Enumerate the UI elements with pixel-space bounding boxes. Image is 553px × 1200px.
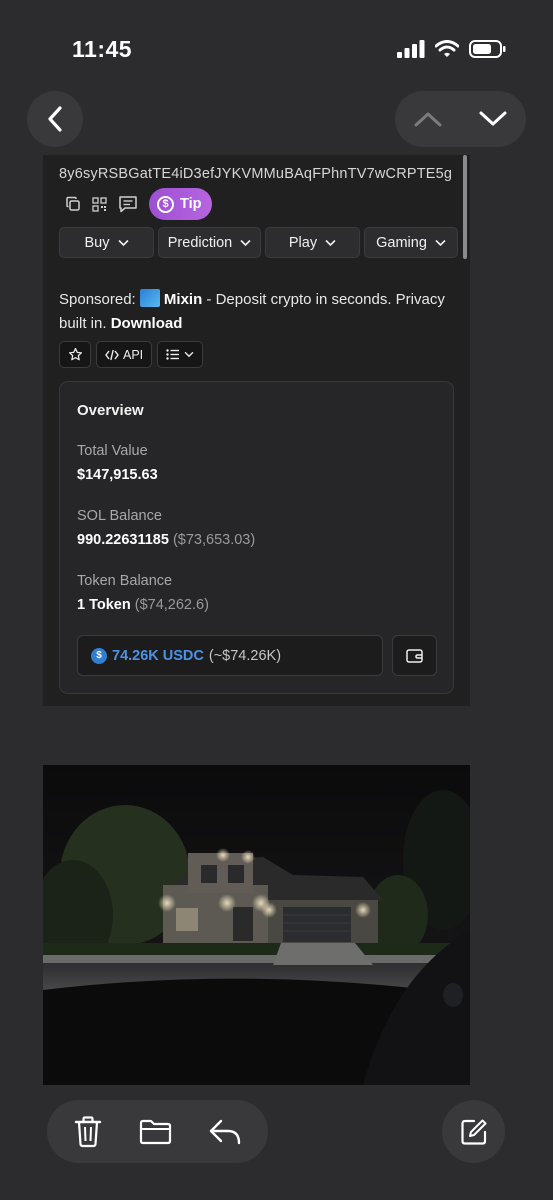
token-dropdown[interactable]: $ 74.26K USDC (~$74.26K): [77, 635, 383, 676]
down-chevron-icon[interactable]: [478, 109, 508, 129]
code-icon: [105, 349, 119, 360]
menu-play[interactable]: Play: [265, 227, 360, 258]
chevron-down-icon: [184, 351, 194, 358]
menu-prediction[interactable]: Prediction: [158, 227, 261, 258]
wifi-icon: [435, 40, 459, 57]
menu-label: Buy: [84, 234, 110, 251]
token-balance-row: 1 Token ($74,262.6): [77, 597, 209, 613]
status-icons: [397, 40, 507, 58]
chevron-down-icon: [325, 239, 336, 246]
back-button[interactable]: [27, 91, 83, 147]
bottom-actions: [47, 1100, 268, 1163]
sol-balance-label: SOL Balance: [77, 508, 162, 524]
copy-icon[interactable]: [65, 196, 81, 212]
up-chevron-icon[interactable]: [413, 109, 443, 129]
menu-label: Gaming: [376, 234, 427, 251]
sponsored-brand: Mixin: [163, 291, 203, 308]
api-button[interactable]: API: [96, 341, 153, 368]
token-balance-usd: ($74,262.6): [134, 597, 209, 613]
sol-balance: 990.22631185: [77, 532, 169, 548]
total-value: $147,915.63: [77, 467, 158, 483]
reply-icon[interactable]: [209, 1118, 241, 1146]
wallet-address: 8y6syRSBGatTE4iD3efJYKVMMuBAqFPhnTV7wCRP…: [59, 166, 453, 182]
usdc-coin-icon: $: [91, 647, 107, 664]
total-value-label: Total Value: [77, 443, 148, 459]
compose-button[interactable]: [442, 1100, 505, 1163]
folder-icon[interactable]: [139, 1119, 172, 1145]
menu-row: Buy Prediction Play Gaming: [59, 227, 458, 258]
mixin-logo-icon: [139, 289, 160, 307]
menu-buy[interactable]: Buy: [59, 227, 154, 258]
tip-label: Tip: [180, 196, 202, 212]
star-icon: [68, 347, 82, 361]
sol-balance-row: 990.22631185 ($73,653.03): [77, 532, 255, 548]
token-balance: 1 Token: [77, 597, 131, 613]
house-night-photo[interactable]: [43, 765, 470, 1085]
usdc-amount: 74.26K USDC: [112, 647, 204, 664]
trash-icon[interactable]: [74, 1115, 102, 1148]
api-label: API: [123, 347, 144, 362]
list-menu-button[interactable]: [157, 341, 204, 368]
signal-icon: [397, 40, 425, 58]
back-chevron-icon: [48, 106, 62, 132]
compose-icon: [460, 1119, 486, 1145]
wallet-icon: [406, 649, 423, 663]
sponsored-banner[interactable]: Sponsored: Mixin - Deposit crypto in sec…: [59, 288, 459, 336]
sponsored-prefix: Sponsored:: [59, 291, 136, 308]
house-photo-image: [43, 765, 470, 1085]
dollar-coin-icon: $: [157, 195, 174, 213]
chevron-down-icon: [435, 239, 446, 246]
comment-icon[interactable]: [118, 195, 138, 213]
battery-icon: [469, 40, 506, 58]
menu-gaming[interactable]: Gaming: [364, 227, 458, 258]
usdc-approx: (~$74.26K): [208, 647, 282, 664]
overview-title: Overview: [77, 402, 144, 419]
chevron-down-icon: [117, 239, 129, 246]
tool-row: API: [59, 341, 204, 368]
sol-balance-usd: ($73,653.03): [172, 532, 256, 548]
overview-panel: Overview Total Value $147,915.63 SOL Bal…: [59, 381, 454, 694]
message-navigator: [395, 91, 526, 147]
sponsored-cta-link[interactable]: Download: [111, 315, 183, 332]
wallet-button[interactable]: [392, 635, 437, 676]
address-actions: $ Tip: [65, 188, 213, 220]
scrollbar[interactable]: [463, 155, 467, 259]
favorite-button[interactable]: [59, 341, 91, 368]
menu-label: Prediction: [167, 234, 233, 251]
tip-button[interactable]: $ Tip: [149, 188, 213, 220]
qr-code-icon[interactable]: [92, 196, 107, 212]
menu-label: Play: [288, 234, 318, 251]
chevron-down-icon: [240, 239, 251, 246]
wallet-screenshot-card: 8y6syRSBGatTE4iD3efJYKVMMuBAqFPhnTV7wCRP…: [43, 155, 470, 706]
status-time: 11:45: [72, 36, 133, 62]
token-balance-label: Token Balance: [77, 573, 173, 589]
list-icon: [166, 349, 180, 360]
